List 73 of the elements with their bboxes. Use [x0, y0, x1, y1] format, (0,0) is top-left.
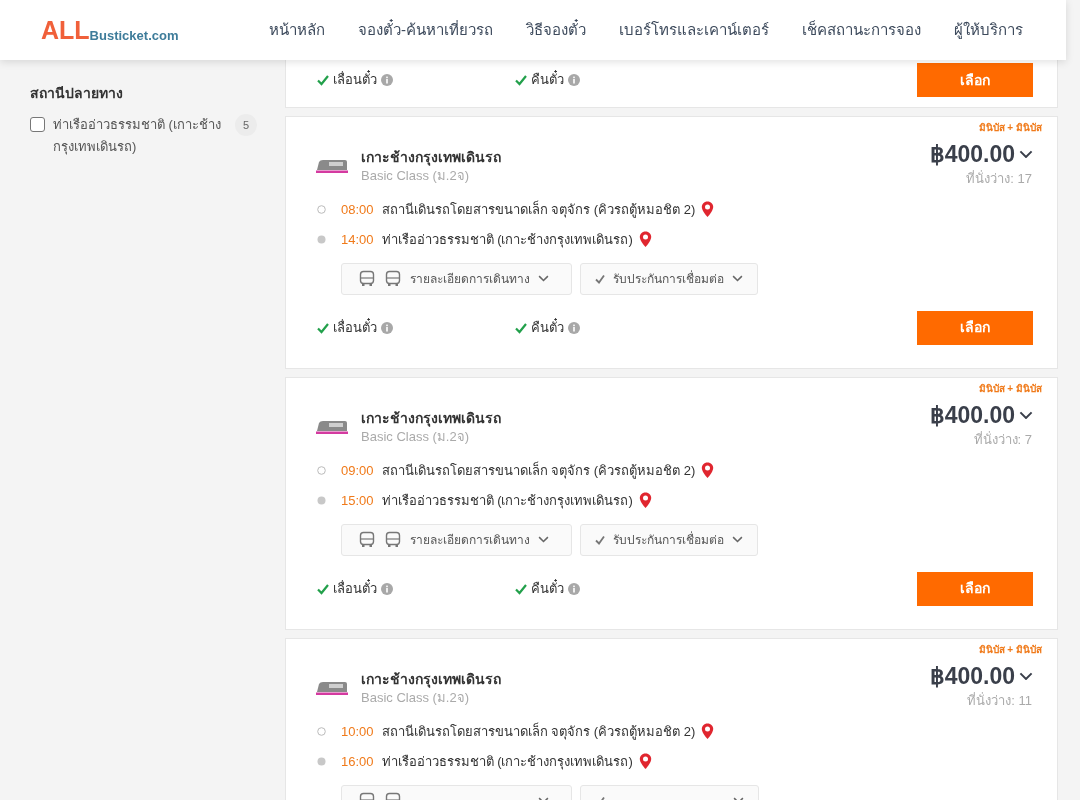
bus-icon	[384, 269, 402, 288]
departure-time: 08:00	[341, 200, 374, 219]
operator-name: เกาะช้างกรุงเทพเดินรถ	[361, 670, 501, 689]
bus-icon	[358, 269, 376, 288]
seats-available: ที่นั่งว่าง: 11	[967, 691, 1033, 710]
reschedule-label: เลื่อนตั๋ว	[333, 578, 377, 598]
option-count: 5	[235, 114, 257, 136]
destination-dot-icon	[317, 496, 326, 505]
trip-details-button[interactable]: รายละเอียดการเดินทาง	[341, 262, 572, 295]
stop-name: สถานีเดินรถโดยสารขนาดเล็ก จตุจักร (คิวรถตู้หมอชิต 2)	[381, 199, 696, 220]
info-icon[interactable]	[381, 321, 393, 334]
map-pin-icon[interactable]	[638, 230, 652, 249]
departure-time: 16:00	[341, 752, 374, 771]
nav-link[interactable]: เบอร์โทรและเคาน์เตอร์	[619, 18, 769, 42]
operator-logo	[315, 419, 349, 435]
bus-class: Basic Class (ม.2จ)	[361, 689, 471, 707]
section-title: สถานีปลายทาง	[30, 84, 124, 103]
bus-type-tag: มินิบัส + มินิบัส	[978, 120, 1042, 135]
info-icon[interactable]	[568, 582, 580, 595]
stop-name: ท่าเรืออ่าวธรรมชาติ (เกาะช้างกรุงเทพเดินรถ)	[381, 752, 633, 772]
price-toggle[interactable]: ฿400.00	[929, 661, 1033, 691]
trip-details-button[interactable]: รายละเอียดการเดินทาง	[341, 523, 572, 556]
info-icon[interactable]	[568, 74, 580, 86]
info-icon[interactable]	[381, 582, 393, 595]
map-pin-icon[interactable]	[701, 461, 715, 480]
bus-class: Basic Class (ม.2จ)	[361, 167, 471, 185]
info-icon[interactable]	[381, 74, 393, 86]
filter-checkbox[interactable]	[30, 117, 45, 132]
bus-class: Basic Class (ม.2จ)	[361, 428, 471, 446]
site-logo[interactable]: ALLBusticket.com	[41, 17, 179, 43]
stop-name: สถานีเดินรถโดยสารขนาดเล็ก จตุจักร (คิวรถตู้หมอชิต 2)	[381, 721, 696, 742]
map-pin-icon[interactable]	[638, 491, 652, 510]
filter-option-label: ท่าเรืออ่าวธรรมชาติ (เกาะช้างกรุงเทพเดินรถ)	[53, 116, 222, 157]
operator-logo	[315, 158, 349, 174]
price-toggle[interactable]: ฿400.00	[929, 400, 1033, 430]
reschedule-label: เลื่อนตั๋ว	[333, 317, 377, 337]
origin-dot-icon	[317, 466, 326, 475]
operator-name: เกาะช้างกรุงเทพเดินรถ	[361, 148, 501, 167]
departure-time: 15:00	[341, 491, 374, 510]
stop-name: ท่าเรืออ่าวธรรมชาติ (เกาะช้างกรุงเทพเดินรถ)	[381, 230, 633, 250]
map-pin-icon[interactable]	[701, 200, 715, 219]
stop-name: ท่าเรืออ่าวธรรมชาติ (เกาะช้างกรุงเทพเดินรถ)	[381, 491, 633, 511]
departure-time: 14:00	[341, 230, 374, 249]
map-pin-icon[interactable]	[701, 722, 715, 741]
nav-link[interactable]: ผู้ให้บริการ	[954, 18, 1023, 42]
refund-label: คืนตั๋ว	[531, 578, 564, 598]
nav-link[interactable]: วิธีจองตั๋ว	[526, 18, 586, 42]
nav-link[interactable]: จองตั๋ว-ค้นหาเที่ยวรถ	[358, 18, 493, 42]
bus-icon	[384, 530, 402, 549]
operator-name: เกาะช้างกรุงเทพเดินรถ	[361, 409, 501, 428]
nav-link[interactable]: เช็คสถานะการจอง	[802, 18, 921, 42]
seats-available: ที่นั่งว่าง: 7	[973, 430, 1033, 449]
nav-link[interactable]: หน้าหลัก	[269, 18, 325, 42]
origin-dot-icon	[317, 727, 326, 736]
departure-time: 09:00	[341, 461, 374, 480]
operator-logo	[315, 680, 349, 696]
bus-type-tag: มินิบัส + มินิบัส	[978, 642, 1042, 657]
info-icon[interactable]	[568, 321, 580, 334]
refund-label: คืนตั๋ว	[531, 70, 564, 90]
departure-time: 10:00	[341, 722, 374, 741]
price-toggle[interactable]: ฿400.00	[929, 139, 1033, 169]
connection-guarantee-button[interactable]: รับประกันการเชื่อมต่อ	[580, 523, 758, 556]
map-pin-icon[interactable]	[638, 752, 652, 771]
destination-dot-icon	[317, 235, 326, 244]
bus-type-tag: มินิบัส + มินิบัส	[978, 381, 1042, 396]
seats-available: ที่นั่งว่าง: 17	[966, 169, 1033, 188]
origin-dot-icon	[317, 205, 326, 214]
stop-name: สถานีเดินรถโดยสารขนาดเล็ก จตุจักร (คิวรถตู้หมอชิต 2)	[381, 460, 696, 481]
reschedule-label: เลื่อนตั๋ว	[333, 70, 377, 90]
refund-label: คืนตั๋ว	[531, 317, 564, 337]
bus-icon	[358, 530, 376, 549]
connection-guarantee-button[interactable]: รับประกันการเชื่อมต่อ	[580, 262, 758, 295]
destination-dot-icon	[317, 757, 326, 766]
